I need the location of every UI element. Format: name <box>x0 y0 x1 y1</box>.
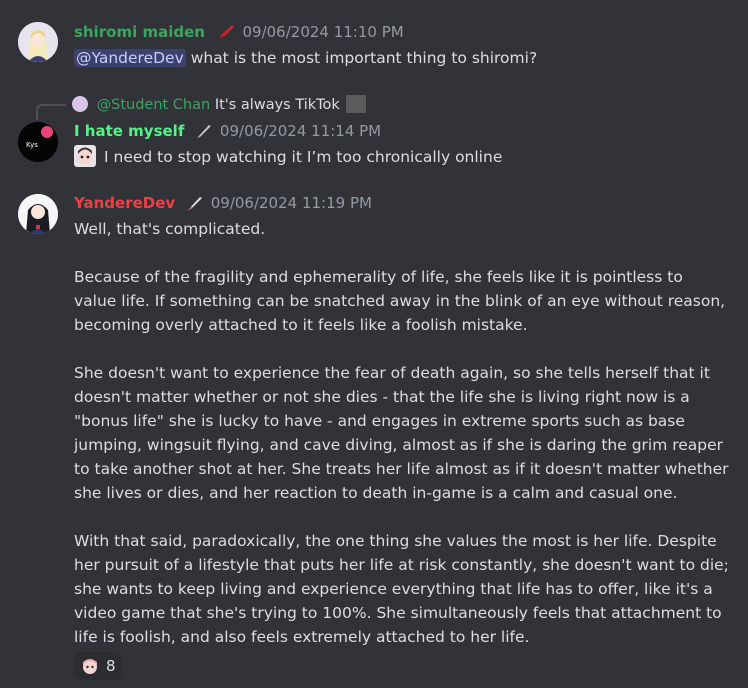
user-mention[interactable]: @YandereDev <box>74 49 186 67</box>
reply-text: It's always TikTok <box>214 97 340 113</box>
message-paragraph: Well, that's complicated. <box>74 220 266 238</box>
reaction-emoji-icon <box>80 656 100 676</box>
reply-avatar-icon <box>72 96 88 112</box>
reply-username[interactable]: @Student Chan <box>97 97 211 113</box>
knife-badge-icon <box>186 195 204 216</box>
knife-badge-icon <box>195 123 213 144</box>
avatar[interactable] <box>18 22 58 62</box>
timestamp[interactable]: 09/06/2024 11:10 PM <box>243 23 404 41</box>
message-text: I need to stop watching it I’m too chron… <box>104 148 503 166</box>
message-content: Well, that's complicated. Because of the… <box>74 217 730 649</box>
reaction-count: 8 <box>106 657 116 675</box>
message-text: what is the most important thing to shir… <box>190 49 538 67</box>
timestamp[interactable]: 09/06/2024 11:19 PM <box>211 194 372 212</box>
username[interactable]: YandereDev <box>74 194 175 212</box>
message-paragraph: With that said, paradoxically, the one t… <box>74 532 729 646</box>
message-content: @YandereDev what is the most important t… <box>74 46 730 70</box>
username[interactable]: shiromi maiden <box>74 23 205 41</box>
avatar-label: Kys <box>26 141 38 149</box>
avatar[interactable]: Kys <box>18 122 58 162</box>
message-content: I need to stop watching it I’m too chron… <box>74 145 730 169</box>
custom-emoji-icon <box>74 145 96 167</box>
message-paragraph: Because of the fragility and ephemeralit… <box>74 268 726 334</box>
reply-preview[interactable]: @Student Chan It's always TikTok <box>72 95 367 115</box>
username[interactable]: I hate myself <box>74 122 184 140</box>
reply-connector <box>36 104 66 120</box>
message-paragraph: She doesn't want to experience the fear … <box>74 364 729 502</box>
reaction-button[interactable]: 8 <box>74 652 122 680</box>
timestamp[interactable]: 09/06/2024 11:14 PM <box>220 122 381 140</box>
reply-image-icon <box>346 95 367 113</box>
avatar[interactable] <box>18 194 58 234</box>
rocket-badge-icon <box>216 24 236 45</box>
